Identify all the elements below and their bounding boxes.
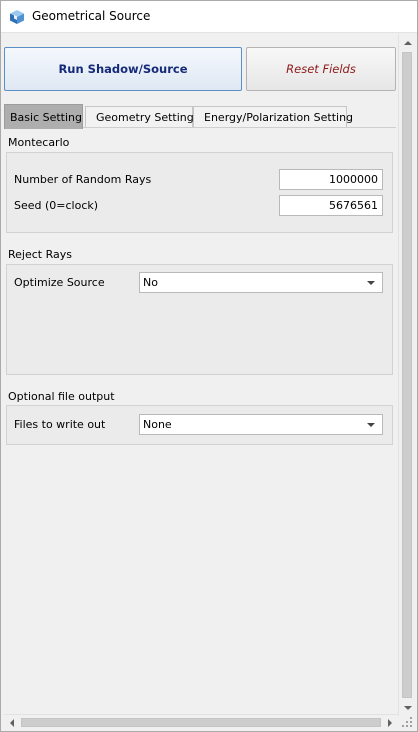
resize-grip-icon[interactable] (400, 715, 414, 729)
scroll-up-arrow-icon[interactable] (399, 34, 416, 51)
main-content: Run Shadow/Source Reset Fields Basic Set… (1, 34, 417, 731)
optimize-source-label: Optimize Source (14, 276, 105, 289)
title-bar[interactable]: Geometrical Source (1, 1, 417, 33)
run-shadow-source-button[interactable]: Run Shadow/Source (4, 47, 242, 91)
reject-rays-section-label: Reject Rays (8, 248, 72, 261)
montecarlo-section-label: Montecarlo (8, 136, 70, 149)
scroll-right-arrow-icon[interactable] (382, 715, 398, 731)
seed-label: Seed (0=clock) (14, 199, 99, 212)
vertical-scrollbar[interactable] (398, 34, 416, 716)
horizontal-scroll-thumb[interactable] (21, 718, 381, 727)
scroll-left-arrow-icon[interactable] (4, 715, 20, 731)
chevron-down-icon (367, 423, 375, 427)
optimize-source-select[interactable]: No (139, 272, 383, 293)
file-output-section-label: Optional file output (8, 390, 115, 403)
files-to-write-value: None (143, 418, 172, 431)
tab-geometry-setting[interactable]: Geometry Setting (85, 106, 194, 128)
file-output-group: Files to write out None (6, 405, 393, 445)
chevron-down-icon (367, 281, 375, 285)
vertical-scroll-thumb[interactable] (402, 52, 412, 698)
seed-input[interactable]: 5676561 (279, 195, 383, 216)
window-title: Geometrical Source (32, 9, 151, 23)
cube-icon (10, 10, 24, 24)
basic-setting-panel: Montecarlo Number of Random Rays 1000000… (4, 127, 396, 717)
random-rays-input[interactable]: 1000000 (279, 169, 383, 190)
settings-tabs: Basic Setting Geometry Setting Energy/Po… (4, 104, 396, 129)
tab-basic-setting[interactable]: Basic Setting (4, 104, 83, 129)
files-to-write-label: Files to write out (14, 418, 106, 431)
horizontal-scrollbar[interactable] (4, 714, 398, 731)
reject-rays-group: Optimize Source No (6, 264, 393, 375)
reset-fields-button[interactable]: Reset Fields (246, 47, 396, 91)
scroll-down-arrow-icon[interactable] (399, 699, 416, 716)
optimize-source-value: No (143, 276, 158, 289)
random-rays-label: Number of Random Rays (14, 173, 152, 186)
tab-energy-polarization-setting[interactable]: Energy/Polarization Setting (193, 106, 353, 128)
montecarlo-group: Number of Random Rays 1000000 Seed (0=cl… (6, 152, 393, 233)
files-to-write-select[interactable]: None (139, 414, 383, 435)
geometrical-source-window: Geometrical Source Run Shadow/Source Res… (0, 0, 418, 732)
